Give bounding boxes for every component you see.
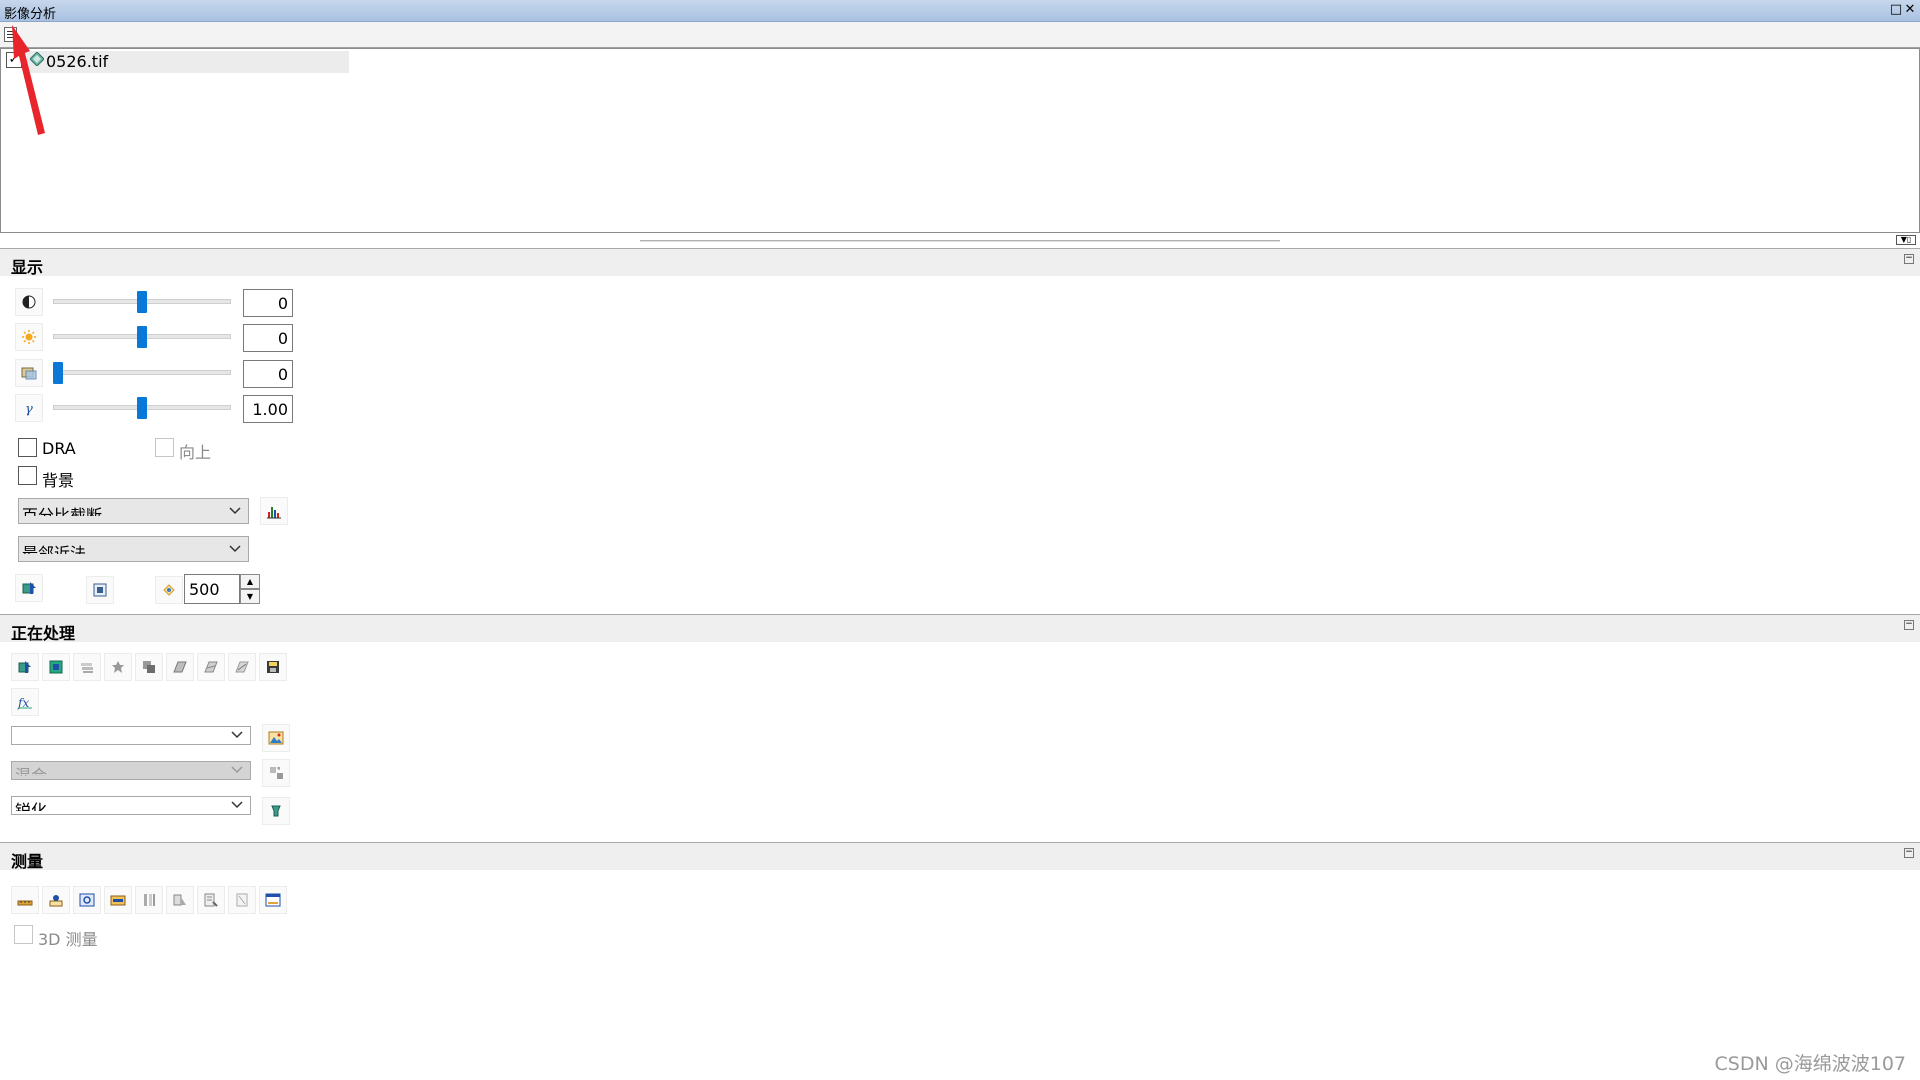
zoom-to-raster-resolution-icon[interactable]: [86, 576, 114, 604]
window-icon[interactable]: [259, 886, 287, 914]
sharpen-value: 锐化: [15, 801, 48, 811]
measure-3d-checkbox[interactable]: [14, 925, 33, 944]
collapse-icon[interactable]: −: [1904, 254, 1914, 264]
contrast-icon[interactable]: [15, 288, 43, 316]
brightness-slider-thumb[interactable]: [137, 326, 147, 348]
mosaic-icon[interactable]: [135, 653, 163, 681]
clear-icon[interactable]: [228, 886, 256, 914]
transparency-slider[interactable]: [53, 370, 231, 375]
blend-options-icon[interactable]: [262, 759, 290, 787]
gamma-icon[interactable]: γ: [15, 394, 43, 422]
resampling-value: 最邻近法: [22, 544, 87, 554]
processing-section-header[interactable]: 正在处理 −: [0, 614, 1920, 643]
chevron-down-icon: [229, 507, 241, 515]
blend-dropdown[interactable]: 混合: [11, 761, 251, 780]
shaded-relief-icon[interactable]: [197, 653, 225, 681]
add-image-icon[interactable]: [262, 724, 290, 752]
processing-layer-value: [15, 727, 250, 741]
dra-label: DRA: [42, 439, 76, 458]
pane-splitter[interactable]: ▼▯: [0, 233, 1920, 247]
transparency-slider-thumb[interactable]: [53, 362, 63, 384]
contrast-slider-thumb[interactable]: [137, 291, 147, 313]
window-title-bar: 影像分析 □ ✕: [0, 0, 1920, 22]
stretch-type-dropdown[interactable]: 百分比截断: [18, 498, 249, 524]
measure-section-header[interactable]: 测量 −: [0, 842, 1920, 871]
brightness-icon[interactable]: [15, 323, 43, 351]
watermark-text: CSDN @海绵波波107: [1714, 1053, 1906, 1075]
svg-text:γ: γ: [25, 402, 33, 416]
contrast-value[interactable]: 0: [243, 289, 293, 317]
measure-section-title: 测量: [11, 852, 44, 871]
transparency-value[interactable]: 0: [243, 360, 293, 388]
save-icon[interactable]: [259, 653, 287, 681]
composite-bands-icon[interactable]: [73, 653, 101, 681]
point-icon[interactable]: [135, 886, 163, 914]
close-button[interactable]: ✕: [1902, 2, 1918, 18]
resampling-dropdown[interactable]: 最邻近法: [18, 536, 249, 562]
sharpen-dropdown[interactable]: 锐化: [11, 796, 251, 815]
splitter-grip[interactable]: [640, 240, 1280, 242]
window-title: 影像分析: [4, 7, 57, 22]
layer-list[interactable]: [0, 48, 1920, 233]
gamma-slider-thumb[interactable]: [137, 397, 147, 419]
distance-icon[interactable]: [11, 886, 39, 914]
zoom-to-layer-icon[interactable]: [15, 574, 43, 602]
collapse-icon[interactable]: −: [1904, 620, 1914, 630]
background-checkbox[interactable]: [18, 466, 37, 485]
processing-section-title: 正在处理: [11, 624, 76, 643]
blend-value: 混合: [15, 766, 48, 776]
auto-hide-pin-icon[interactable]: ▼▯: [1896, 235, 1916, 245]
transparency-icon[interactable]: [15, 359, 43, 387]
gamma-value[interactable]: 1.00: [243, 395, 293, 423]
centroid-icon[interactable]: [73, 886, 101, 914]
swipe-value-input[interactable]: 500: [184, 574, 240, 604]
raster-function-icon[interactable]: fx: [11, 688, 39, 716]
differencing-icon[interactable]: [166, 653, 194, 681]
chevron-down-icon: [231, 731, 243, 739]
swipe-icon[interactable]: [155, 576, 183, 604]
collapse-icon[interactable]: −: [1904, 848, 1914, 858]
up-checkbox[interactable]: [155, 438, 174, 457]
brightness-value[interactable]: 0: [243, 324, 293, 352]
measure-3d-label: 3D 测量: [38, 930, 98, 949]
clip-icon[interactable]: [11, 653, 39, 681]
table-icon[interactable]: [197, 886, 225, 914]
layer-toolbar: [0, 22, 1920, 48]
display-section-title: 显示: [11, 258, 44, 277]
ndvi-icon[interactable]: [104, 653, 132, 681]
spin-up-icon[interactable]: ▲: [240, 574, 260, 589]
mask-icon[interactable]: [42, 653, 70, 681]
processing-layer-dropdown[interactable]: [11, 726, 251, 745]
shadow-icon[interactable]: [166, 886, 194, 914]
stretch-icon[interactable]: [228, 653, 256, 681]
up-label: 向上: [179, 443, 212, 462]
display-section-header[interactable]: 显示 −: [0, 248, 1920, 277]
stretch-type-value: 百分比截断: [22, 506, 103, 516]
background-label: 背景: [42, 471, 75, 490]
layer-name[interactable]: 0526.tif: [46, 52, 108, 71]
chevron-down-icon: [231, 801, 243, 809]
chevron-down-icon: [231, 766, 243, 774]
chevron-down-icon: [229, 545, 241, 553]
area-icon[interactable]: [104, 886, 132, 914]
histogram-icon[interactable]: [260, 497, 288, 525]
height-icon[interactable]: [42, 886, 70, 914]
spin-down-icon[interactable]: ▼: [240, 589, 260, 604]
dra-checkbox[interactable]: [18, 438, 37, 457]
annotation-arrow-icon: [12, 25, 45, 135]
sharpen-options-icon[interactable]: [262, 797, 290, 825]
